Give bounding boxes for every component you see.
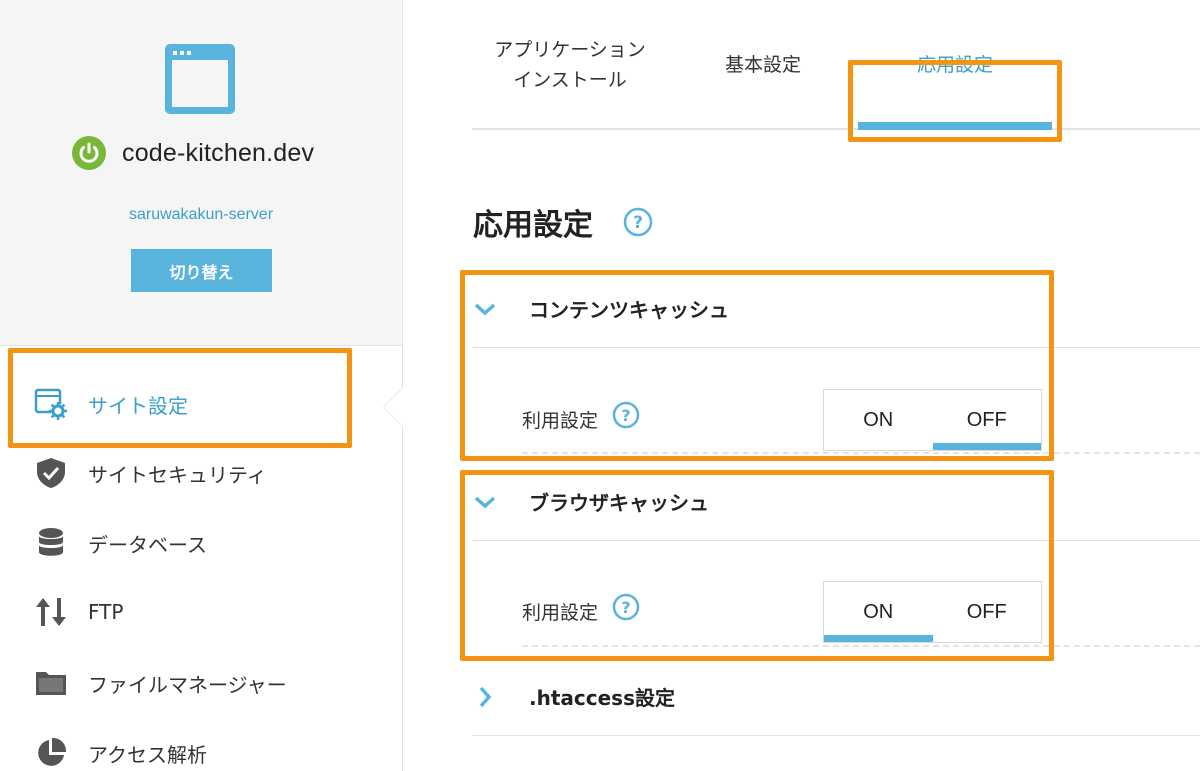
pie-chart-icon	[34, 736, 68, 770]
sidebar-item-label: サイト設定	[88, 393, 188, 418]
tab-label-line2: インストール	[513, 69, 627, 91]
sidebar-item-label: FTP	[88, 600, 124, 624]
tab-label-line1: アプリケーション	[494, 39, 646, 61]
sidebar-item-file-manager[interactable]: ファイルマネージャー	[0, 648, 402, 718]
selected-indicator	[932, 443, 1041, 450]
sidebar-item-access-analytics[interactable]: アクセス解析	[0, 718, 402, 771]
page-title: 応用設定	[473, 208, 593, 243]
selected-indicator	[824, 635, 933, 642]
power-icon	[72, 136, 106, 170]
switch-button[interactable]: 切り替え	[131, 249, 272, 292]
site-panel: code-kitchen.dev saruwakakun-server 切り替え	[0, 0, 402, 346]
setting-label: 利用設定	[522, 410, 599, 432]
database-icon	[34, 526, 68, 560]
site-name-row: code-kitchen.dev	[72, 136, 314, 170]
browser-cache-toggle[interactable]: ON OFF	[823, 581, 1042, 643]
setting-label: 利用設定	[522, 602, 599, 624]
toggle-off-label: OFF	[966, 408, 1007, 431]
sidebar: code-kitchen.dev saruwakakun-server 切り替え…	[0, 0, 403, 771]
sidebar-item-site-security[interactable]: サイトセキュリティ	[0, 438, 402, 508]
site-name: code-kitchen.dev	[122, 138, 315, 167]
svg-text:?: ?	[633, 213, 643, 233]
toggle-off-label: OFF	[966, 600, 1007, 623]
toggle-off-option[interactable]: OFF	[933, 582, 1042, 642]
svg-text:?: ?	[621, 406, 630, 425]
help-icon[interactable]: ?	[612, 593, 640, 621]
chevron-right-icon	[479, 686, 492, 707]
sidebar-item-label: データベース	[88, 532, 207, 557]
toggle-on-label: ON	[863, 408, 894, 431]
help-icon[interactable]: ?	[623, 207, 653, 237]
toggle-on-option[interactable]: ON	[824, 390, 933, 450]
chevron-down-icon	[474, 496, 496, 508]
toggle-on-option[interactable]: ON	[824, 582, 933, 642]
shield-icon	[34, 456, 68, 490]
accordion-title: .htaccess設定	[529, 686, 675, 710]
folder-icon	[34, 666, 68, 700]
accordion-browser-cache[interactable]: ブラウザキャッシュ	[472, 463, 1200, 541]
row-divider	[522, 452, 1200, 454]
content-cache-toggle[interactable]: ON OFF	[823, 389, 1042, 451]
tab-basic-settings[interactable]: 基本設定	[668, 0, 858, 130]
accordion-title: コンテンツキャッシュ	[529, 298, 729, 322]
row-divider	[522, 645, 1200, 647]
svg-text:?: ?	[621, 598, 630, 617]
site-settings-icon	[34, 387, 68, 421]
accordion-title: ブラウザキャッシュ	[529, 491, 709, 515]
sidebar-item-site-settings[interactable]: サイト設定	[0, 369, 402, 439]
accordion-htaccess[interactable]: .htaccess設定	[472, 658, 1200, 736]
toggle-off-option[interactable]: OFF	[932, 390, 1041, 450]
tab-advanced-settings[interactable]: 応用設定	[858, 0, 1052, 130]
sidebar-item-label: サイトセキュリティ	[88, 462, 267, 487]
help-icon[interactable]: ?	[612, 401, 640, 429]
chevron-down-icon	[474, 303, 496, 315]
transfer-arrows-icon	[34, 595, 68, 629]
server-name[interactable]: saruwakakun-server	[0, 206, 402, 224]
tab-label: 応用設定	[916, 54, 993, 76]
active-item-pointer	[383, 387, 403, 427]
active-tab-indicator	[858, 122, 1052, 130]
sidebar-item-ftp[interactable]: FTP	[0, 577, 402, 647]
tab-application-install[interactable]: アプリケーション インストール	[472, 0, 668, 130]
accordion-content-cache[interactable]: コンテンツキャッシュ	[472, 270, 1200, 348]
tab-label: 基本設定	[724, 54, 801, 76]
toggle-on-label: ON	[863, 600, 894, 623]
browser-window-icon	[165, 44, 235, 114]
sidebar-item-database[interactable]: データベース	[0, 508, 402, 578]
sidebar-item-label: ファイルマネージャー	[88, 672, 287, 697]
sidebar-item-label: アクセス解析	[88, 742, 207, 767]
